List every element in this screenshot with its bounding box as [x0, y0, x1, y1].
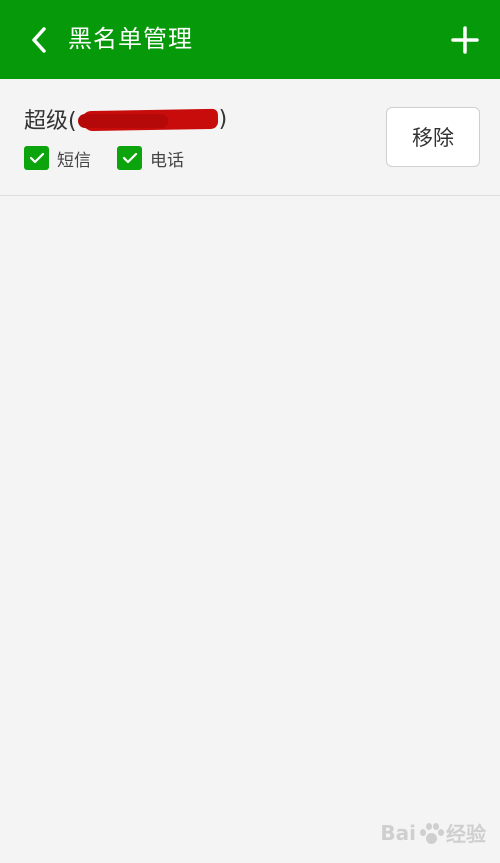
add-button[interactable]: [448, 22, 482, 58]
watermark-brand-right: 经验: [446, 822, 486, 846]
call-checkbox[interactable]: [117, 146, 142, 170]
page-title: 黑名单管理: [68, 25, 193, 53]
sms-checkbox-item[interactable]: 短信: [24, 146, 91, 171]
checkmark-icon: [122, 152, 137, 164]
baidu-paw-icon: [418, 821, 444, 845]
blacklist-entry: 超级( ) 短信 电话 移除: [0, 79, 500, 196]
checkmark-icon: [29, 152, 44, 164]
sms-checkbox[interactable]: [24, 146, 49, 170]
redacted-phone-number: [77, 107, 218, 131]
chevron-left-icon: [32, 27, 46, 53]
contact-name-prefix: 超级(: [24, 109, 77, 134]
call-checkbox-item[interactable]: 电话: [117, 146, 184, 171]
baidu-jingyan-watermark: Bai 经验: [380, 818, 486, 847]
contact-name: 超级( ): [24, 103, 227, 135]
blacklist-screen: 黑名单管理 超级( ) 短信 电话 移除 Bai 经验: [0, 0, 500, 863]
watermark-brand-left: Bai: [380, 820, 416, 845]
app-header: 黑名单管理: [0, 0, 500, 79]
sms-label: 短信: [57, 150, 91, 171]
back-button[interactable]: [22, 22, 56, 58]
block-options: 短信 电话: [24, 146, 210, 171]
remove-button[interactable]: 移除: [386, 107, 480, 167]
call-label: 电话: [150, 150, 184, 171]
plus-icon: [451, 26, 479, 54]
contact-name-suffix: ): [218, 106, 228, 132]
